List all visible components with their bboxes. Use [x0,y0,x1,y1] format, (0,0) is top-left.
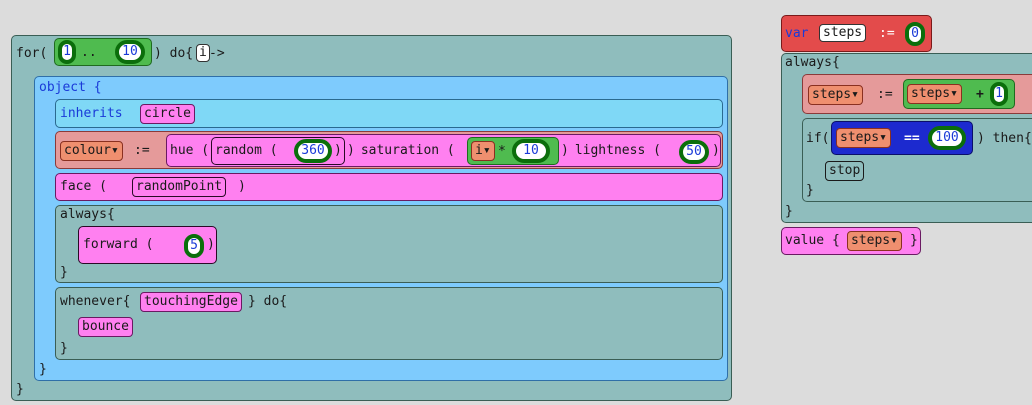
random-close: ) [334,143,342,158]
forward-block[interactable]: forward ( 5 ) [78,226,217,264]
for-loop-block[interactable]: for( 1 .. 10 ) do{ i -> } object { } inh… [11,35,732,401]
multiply-block[interactable]: i▾ * 10 [467,137,559,165]
equals-value-number[interactable]: 100 [928,126,966,150]
bounce-block[interactable]: bounce [78,317,133,337]
if-block[interactable]: if( steps▾ == 100 ) then{ stop } [802,118,1032,202]
right-always-block[interactable]: always{ steps▾ := steps▾ + 1 if( steps▾ … [781,53,1032,223]
dropdown-arrow-icon[interactable]: ▾ [851,87,859,102]
steps-assign-target-label: steps [812,87,852,102]
range-block[interactable]: 1 .. 10 [54,38,152,66]
saturation-keyword: saturation ( [353,143,455,158]
equals-var-label: steps [840,130,880,145]
lightness-number[interactable]: 50 [679,140,709,164]
always-block[interactable]: always{ forward ( 5 ) } [55,205,723,283]
multiply-var[interactable]: i▾ [471,141,495,161]
addition-block[interactable]: steps▾ + 1 [903,79,1015,109]
hue-block[interactable]: hue ( random ( 360 ) ) saturation ( i▾ *… [166,134,721,167]
face-keyword: face ( [60,179,107,194]
value-var-label: steps [851,233,891,248]
range-separator: .. [81,45,97,60]
lightness-close: ) [712,143,720,158]
dropdown-arrow-icon[interactable]: ▾ [111,143,119,158]
then-keyword: ) then{ [977,131,1032,146]
var-assign-operator: := [879,26,895,41]
equals-block[interactable]: steps▾ == 100 [831,121,973,155]
value-close-brace: } [910,233,918,248]
forward-close: ) [207,237,215,252]
random-keyword: random ( [215,143,278,158]
face-close: ) [238,179,246,194]
var-initial-number[interactable]: 0 [905,22,925,46]
whenever-keyword: whenever{ [60,294,131,309]
addition-amount-number[interactable]: 1 [990,82,1008,106]
value-block[interactable]: value { steps▾ } [781,227,921,255]
object-block[interactable]: object { } inherits circle colour▾ := hu… [34,76,728,381]
var-declaration-block[interactable]: var steps := 0 [781,15,932,52]
always-close-brace: } [60,265,68,280]
steps-assign-target[interactable]: steps▾ [808,85,863,105]
var-name-field[interactable]: steps [819,24,867,42]
lightness-keyword: lightness ( [567,143,661,158]
loop-variable[interactable]: i [196,44,210,62]
multiply-factor-number[interactable]: 10 [512,139,550,163]
random-point-block[interactable]: randomPoint [132,177,227,197]
random-arg-number[interactable]: 360 [294,139,332,163]
for-keyword: for( [16,46,48,61]
if-close-brace: } [806,183,814,198]
forward-keyword: forward ( [83,237,154,252]
always-keyword: always{ [60,207,115,222]
equals-operator: == [904,131,920,146]
dropdown-arrow-icon[interactable]: ▾ [483,143,491,158]
face-block[interactable]: face ( randomPoint ) [55,173,723,201]
inherits-circle[interactable]: circle [140,104,195,124]
for-close-brace: } [16,382,24,397]
if-keyword: if( [806,131,830,146]
inherits-keyword: inherits [60,106,123,121]
plus-operator: + [976,87,984,102]
addition-var[interactable]: steps▾ [907,84,962,104]
steps-assign-operator: := [877,87,893,102]
dropdown-arrow-icon[interactable]: ▾ [879,130,887,145]
forward-number[interactable]: 5 [184,234,204,258]
var-keyword: var [785,26,809,41]
range-to-number[interactable]: 10 [115,40,145,64]
multiply-operator: * [498,144,506,159]
hue-keyword: hue ( [170,143,210,158]
equals-var[interactable]: steps▾ [836,128,891,148]
addition-var-label: steps [911,86,951,101]
whenever-close-brace: } [60,341,68,356]
multiply-var-label: i [475,143,483,158]
steps-assign-block[interactable]: steps▾ := steps▾ + 1 [802,74,1032,114]
stop-block[interactable]: stop [825,161,865,181]
right-always-keyword: always{ [785,55,840,70]
touching-edge-block[interactable]: touchingEdge [140,292,242,312]
colour-assign-block[interactable]: colour▾ := hue ( random ( 360 ) ) satura… [55,131,723,169]
whenever-do-keyword: } do{ [248,294,288,309]
colour-target[interactable]: colour▾ [60,141,123,161]
object-keyword: object { [39,80,102,95]
object-close-brace: } [39,362,47,377]
assign-operator: := [134,143,150,158]
do-keyword: ) do{ [154,46,194,61]
arrow-symbol: -> [209,46,225,61]
random-block[interactable]: random ( 360 ) [211,137,345,165]
colour-target-label: colour [64,143,111,158]
whenever-block[interactable]: whenever{ touchingEdge } do{ bounce } [55,287,723,360]
dropdown-arrow-icon[interactable]: ▾ [890,233,898,248]
value-var[interactable]: steps▾ [847,231,902,251]
right-always-close-brace: } [785,204,793,219]
value-keyword: value { [785,233,840,248]
range-from-number[interactable]: 1 [58,40,76,64]
dropdown-arrow-icon[interactable]: ▾ [950,86,958,101]
inherits-block[interactable]: inherits circle [55,99,723,128]
